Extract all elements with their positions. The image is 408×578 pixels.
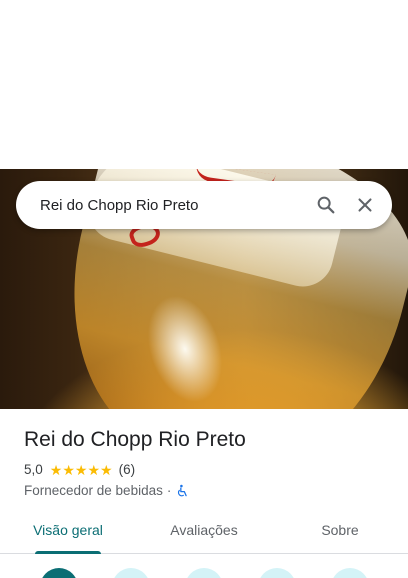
send-to-phone-button[interactable] xyxy=(258,568,296,578)
tab-reviews[interactable]: Avaliações xyxy=(136,508,272,553)
rating-row[interactable]: 5,0 ★ ★ ★ ★ ★ (6) xyxy=(24,462,394,477)
place-tabs: Visão geral Avaliações Sobre xyxy=(0,508,408,554)
nearby-button[interactable] xyxy=(185,568,223,578)
place-title: Rei do Chopp Rio Preto xyxy=(24,428,246,451)
tab-label: Avaliações xyxy=(170,522,238,538)
rating-value: 5,0 xyxy=(24,462,43,477)
separator-dot: · xyxy=(166,483,172,498)
close-icon[interactable] xyxy=(353,193,377,217)
tab-overview[interactable]: Visão geral xyxy=(0,508,136,554)
star-icon: ★ xyxy=(100,461,113,478)
search-icon[interactable] xyxy=(314,193,338,217)
tab-label: Visão geral xyxy=(33,522,103,538)
review-count[interactable]: (6) xyxy=(119,462,136,477)
share-button[interactable] xyxy=(331,568,369,578)
directions-button[interactable] xyxy=(40,568,78,578)
star-icon: ★ xyxy=(87,461,101,478)
search-bar[interactable]: Rei do Chopp Rio Preto xyxy=(16,181,392,229)
search-input[interactable]: Rei do Chopp Rio Preto xyxy=(40,197,314,214)
tab-label: Sobre xyxy=(321,522,359,538)
category-row: Fornecedor de bebidas · xyxy=(24,483,394,498)
wheelchair-icon xyxy=(175,484,189,498)
place-info: Rei do Chopp Rio Preto 5,0 ★ ★ ★ ★ ★ (6)… xyxy=(24,426,394,498)
place-category[interactable]: Fornecedor de bebidas xyxy=(24,483,163,498)
tab-about[interactable]: Sobre xyxy=(272,508,408,553)
save-button[interactable] xyxy=(112,568,150,578)
tab-active-indicator xyxy=(35,551,101,554)
action-buttons-row xyxy=(0,566,408,578)
star-icon: ★ xyxy=(74,461,88,478)
rating-stars: ★ ★ ★ ★ ★ xyxy=(50,463,113,477)
star-icon: ★ xyxy=(62,461,75,478)
star-icon: ★ xyxy=(49,461,63,478)
